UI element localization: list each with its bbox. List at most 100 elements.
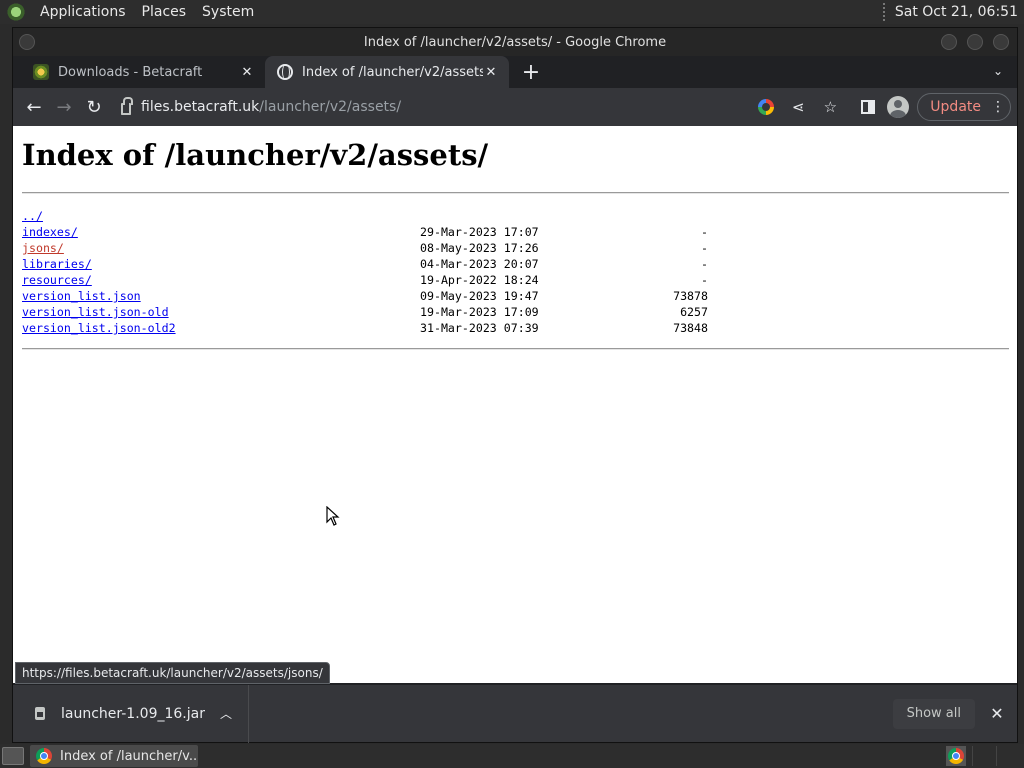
listing-link[interactable]: resources/ bbox=[22, 272, 420, 288]
listing-size: - bbox=[701, 225, 708, 239]
window-controls bbox=[941, 34, 1009, 50]
system-tray bbox=[946, 746, 1024, 766]
minimize-button[interactable] bbox=[941, 34, 957, 50]
side-panel-button[interactable] bbox=[853, 92, 883, 122]
taskbar-window-button[interactable]: Index of /launcher/v... bbox=[30, 745, 198, 767]
reload-button[interactable]: ↻ bbox=[79, 92, 109, 122]
listing-row: indexes/29-Mar-2023 17:07 - bbox=[22, 224, 708, 240]
google-icon bbox=[758, 99, 775, 115]
show-all-button[interactable]: Show all bbox=[892, 698, 975, 729]
lock-icon[interactable] bbox=[121, 97, 133, 115]
download-shelf: launcher-1.09_16.jar ︿ Show all ✕ bbox=[13, 684, 1017, 743]
listing-date: 19-Apr-2022 18:24 bbox=[420, 273, 539, 287]
listing-row: jsons/08-May-2023 17:26 - bbox=[22, 240, 708, 256]
chevron-up-icon[interactable]: ︿ bbox=[214, 705, 238, 722]
bottom-divider bbox=[22, 348, 1009, 350]
new-tab-button[interactable]: + bbox=[515, 56, 547, 88]
chrome-window: Index of /launcher/v2/assets/ - Google C… bbox=[12, 27, 1018, 743]
listing-date: 04-Mar-2023 20:07 bbox=[420, 257, 539, 271]
page-content: Index of /launcher/v2/assets/ ../indexes… bbox=[13, 126, 1017, 683]
listing-row: libraries/04-Mar-2023 20:07 - bbox=[22, 256, 708, 272]
tab-title: Downloads - Betacraft bbox=[58, 64, 203, 80]
menu-system[interactable]: System bbox=[194, 4, 262, 20]
listing-size: - bbox=[701, 257, 708, 271]
workspace-switcher-2[interactable] bbox=[996, 746, 1014, 766]
mouse-pointer-icon bbox=[326, 506, 340, 526]
chrome-icon bbox=[36, 748, 52, 764]
avatar bbox=[887, 96, 910, 118]
google-lens-button[interactable] bbox=[753, 94, 779, 120]
bookmark-star-icon[interactable]: ☆ bbox=[817, 94, 843, 120]
listing-size: - bbox=[701, 273, 708, 287]
kebab-menu-icon[interactable]: ⋮ bbox=[991, 99, 1005, 115]
listing-link[interactable]: ../ bbox=[22, 208, 420, 224]
workspace-switcher-1[interactable] bbox=[972, 746, 990, 766]
page-heading: Index of /launcher/v2/assets/ bbox=[22, 138, 489, 172]
tab-close-icon[interactable]: ✕ bbox=[239, 64, 255, 80]
listing-row: version_list.json-old 19-Mar-2023 17:09 62… bbox=[22, 304, 708, 320]
forward-button[interactable]: → bbox=[49, 92, 79, 122]
listing-row: version_list.json 09-May-2023 19:47 73878 bbox=[22, 288, 708, 304]
close-window-button[interactable] bbox=[993, 34, 1009, 50]
listing-size: 73878 bbox=[673, 289, 708, 303]
share-icon[interactable]: ⋖ bbox=[785, 94, 811, 120]
listing-link[interactable]: version_list.json-old bbox=[22, 304, 420, 320]
globe-icon bbox=[277, 64, 293, 80]
listing-size: 73848 bbox=[673, 321, 708, 335]
distro-logo-icon[interactable] bbox=[6, 2, 26, 22]
top-divider bbox=[22, 192, 1009, 194]
listing-link[interactable]: version_list.json bbox=[22, 288, 420, 304]
tab-downloads-betacraft[interactable]: Downloads - Betacraft ✕ bbox=[21, 56, 265, 88]
file-icon bbox=[35, 707, 45, 720]
directory-listing: ../indexes/29-Mar-2023 17:07- jsons/08-Ma… bbox=[22, 208, 708, 336]
tab-index-assets[interactable]: Index of /launcher/v2/assets/ ✕ bbox=[265, 56, 509, 88]
listing-link[interactable]: indexes/ bbox=[22, 224, 420, 240]
listing-date: 19-Mar-2023 17:09 bbox=[420, 305, 539, 319]
update-button[interactable]: Update ⋮ bbox=[917, 93, 1011, 121]
listing-link[interactable]: jsons/ bbox=[22, 240, 420, 256]
window-title: Index of /launcher/v2/assets/ - Google C… bbox=[363, 34, 667, 50]
close-shelf-icon[interactable]: ✕ bbox=[985, 702, 1009, 726]
download-item[interactable]: launcher-1.09_16.jar ︿ bbox=[13, 684, 249, 743]
listing-date: 09-May-2023 19:47 bbox=[420, 289, 539, 303]
profile-button[interactable] bbox=[883, 92, 913, 122]
back-button[interactable]: ← bbox=[19, 92, 49, 122]
listing-row: resources/19-Apr-2022 18:24 - bbox=[22, 272, 708, 288]
tab-close-icon[interactable]: ✕ bbox=[483, 64, 499, 80]
menu-applications[interactable]: Applications bbox=[32, 4, 134, 20]
top-panel: Applications Places System Sat Oct 21, 0… bbox=[0, 0, 1024, 24]
tab-title: Index of /launcher/v2/assets/ bbox=[302, 64, 483, 80]
url-host: files.betacraft.uk bbox=[141, 99, 260, 115]
tab-search-chevron-icon[interactable]: ⌄ bbox=[993, 64, 1003, 78]
side-panel-icon bbox=[861, 100, 876, 114]
chrome-icon bbox=[948, 748, 964, 764]
panel-grip bbox=[882, 3, 889, 21]
listing-date bbox=[420, 208, 610, 224]
update-label: Update bbox=[930, 99, 981, 115]
show-desktop-button[interactable] bbox=[2, 747, 24, 765]
taskbar: Index of /launcher/v... bbox=[0, 744, 1024, 768]
tray-chrome-button[interactable] bbox=[946, 746, 966, 766]
address-bar[interactable]: files.betacraft.uk/launcher/v2/assets/ bbox=[115, 93, 745, 121]
download-filename: launcher-1.09_16.jar bbox=[61, 705, 205, 722]
maximize-button[interactable] bbox=[967, 34, 983, 50]
listing-date: 08-May-2023 17:26 bbox=[420, 241, 539, 255]
browser-toolbar: ← → ↻ files.betacraft.uk/launcher/v2/ass… bbox=[13, 88, 1017, 126]
status-bubble: https://files.betacraft.uk/launcher/v2/a… bbox=[15, 662, 330, 684]
url-path: /launcher/v2/assets/ bbox=[259, 99, 402, 115]
listing-link[interactable]: libraries/ bbox=[22, 256, 420, 272]
listing-row: ../ bbox=[22, 208, 708, 224]
listing-size bbox=[610, 208, 708, 224]
clock-area: Sat Oct 21, 06:51 bbox=[882, 0, 1024, 24]
clock[interactable]: Sat Oct 21, 06:51 bbox=[895, 4, 1024, 20]
menu-places[interactable]: Places bbox=[134, 4, 195, 20]
omnibox-actions: ⋖ ☆ bbox=[753, 94, 843, 120]
listing-size: - bbox=[701, 241, 708, 255]
taskbar-window-label: Index of /launcher/v... bbox=[60, 748, 198, 764]
listing-link[interactable]: version_list.json-old2 bbox=[22, 320, 420, 336]
window-titlebar[interactable]: Index of /launcher/v2/assets/ - Google C… bbox=[13, 28, 1017, 56]
listing-row: version_list.json-old2 31-Mar-2023 07:39 7… bbox=[22, 320, 708, 336]
window-menu-button[interactable] bbox=[19, 34, 35, 50]
listing-date: 31-Mar-2023 07:39 bbox=[420, 321, 539, 335]
listing-date: 29-Mar-2023 17:07 bbox=[420, 225, 539, 239]
